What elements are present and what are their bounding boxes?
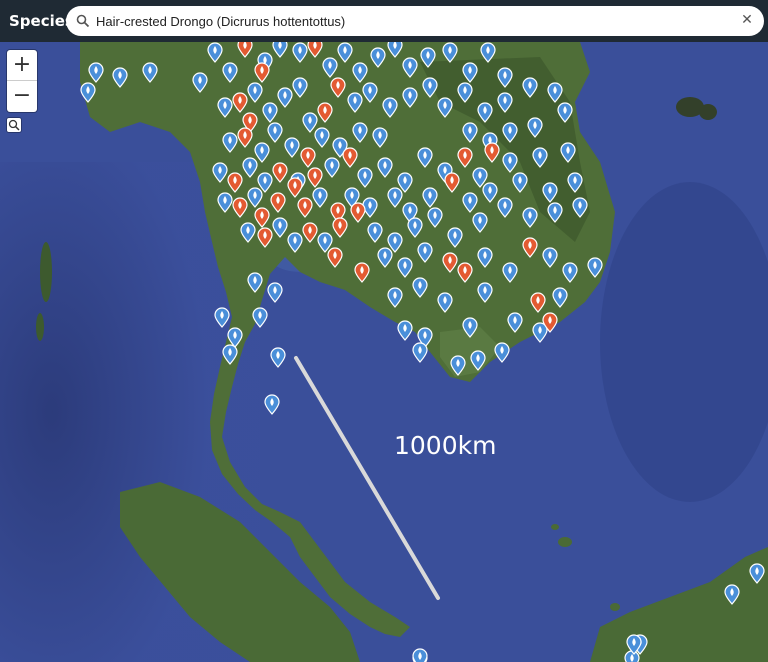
map-view[interactable] xyxy=(0,42,768,662)
island xyxy=(551,524,559,530)
species-search-input[interactable] xyxy=(96,6,736,36)
island xyxy=(610,603,620,611)
magnifier-icon xyxy=(8,119,20,131)
zoom-control: + − xyxy=(7,50,37,112)
top-bar: Species: ✕ xyxy=(0,0,768,42)
marker-blue[interactable] xyxy=(412,648,428,662)
marker-blue[interactable] xyxy=(624,650,640,662)
magnifier-button[interactable] xyxy=(7,118,21,132)
search-icon xyxy=(76,14,90,28)
satellite-map xyxy=(0,42,768,662)
zoom-out-button[interactable]: − xyxy=(7,81,37,111)
island xyxy=(36,313,44,341)
island xyxy=(40,242,52,302)
clear-icon[interactable]: ✕ xyxy=(740,13,754,27)
island xyxy=(699,104,717,120)
scale-label: 1000km xyxy=(394,431,497,460)
zoom-in-button[interactable]: + xyxy=(7,50,37,80)
species-search-box[interactable]: ✕ xyxy=(66,6,764,36)
island xyxy=(558,537,572,547)
